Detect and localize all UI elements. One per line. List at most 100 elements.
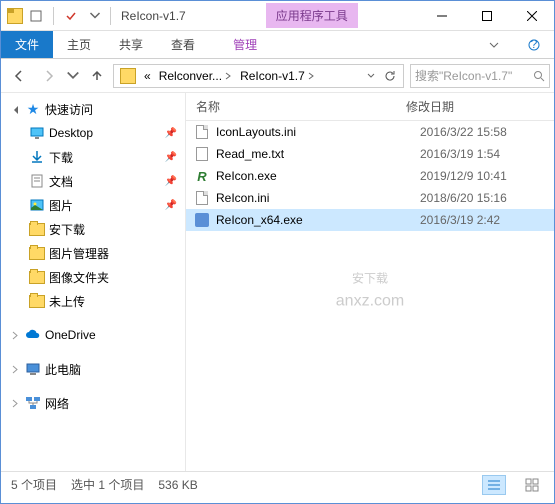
ribbon: 文件 主页 共享 查看 管理 ?: [1, 31, 554, 59]
sidebar-item-3[interactable]: 图片📌: [1, 193, 185, 217]
forward-button[interactable]: [35, 63, 63, 89]
file-icon: [194, 146, 210, 162]
sidebar-item-label: 快速访问: [45, 101, 93, 118]
sidebar-item-label: 下载: [49, 149, 73, 166]
file-icon: [194, 212, 210, 228]
file-date: 2016/3/19 1:54: [420, 147, 554, 161]
sidebar-item-6[interactable]: 图像文件夹: [1, 265, 185, 289]
statusbar: 5 个项目 选中 1 个项目 536 KB: [1, 471, 554, 497]
sidebar-item-2[interactable]: 文档 📌: [1, 169, 185, 193]
tab-file[interactable]: 文件: [1, 31, 53, 58]
qat-properties-button[interactable]: [25, 5, 47, 27]
main-area: ★ 快速访问 Desktop 📌 下载 📌 文档 📌 图片📌 安下载图片管理器图像文件夹未上传…: [1, 93, 554, 471]
picture-icon: [29, 197, 45, 213]
file-icon: [194, 124, 210, 140]
chevron-right-icon[interactable]: [9, 363, 21, 375]
search-icon: [533, 70, 545, 82]
refresh-button[interactable]: [379, 70, 401, 82]
file-name: IconLayouts.ini: [216, 125, 420, 139]
file-row[interactable]: ReIcon_x64.exe2016/3/19 2:42: [186, 209, 554, 231]
sidebar-network[interactable]: 网络: [1, 391, 185, 415]
search-placeholder: 搜索"ReIcon-v1.7": [415, 67, 512, 84]
file-row[interactable]: Read_me.txt2016/3/19 1:54: [186, 143, 554, 165]
folder-icon: [7, 8, 23, 24]
download-icon: [29, 149, 45, 165]
folder-icon: [29, 293, 45, 309]
tab-view[interactable]: 查看: [157, 31, 209, 58]
maximize-button[interactable]: [464, 1, 509, 31]
pin-icon: 📌: [165, 176, 177, 187]
star-icon: ★: [25, 101, 41, 117]
chevron-down-icon[interactable]: [9, 103, 21, 115]
content-pane: 名称 修改日期 IconLayouts.ini2016/3/22 15:58Re…: [186, 93, 554, 471]
close-button[interactable]: [509, 1, 554, 31]
sidebar-item-label: 文档: [49, 173, 73, 190]
breadcrumb[interactable]: « Relconver... ReIcon-v1.7: [113, 64, 404, 88]
recent-button[interactable]: [65, 63, 81, 89]
ribbon-expand-button[interactable]: [474, 31, 514, 58]
sidebar-quick-access[interactable]: ★ 快速访问: [1, 97, 185, 121]
file-name: ReIcon.exe: [216, 169, 420, 183]
file-name: ReIcon_x64.exe: [216, 213, 420, 227]
qat-checkmark-button[interactable]: [60, 5, 82, 27]
status-size: 536 KB: [158, 478, 197, 492]
file-list: IconLayouts.ini2016/3/22 15:58Read_me.tx…: [186, 121, 554, 471]
breadcrumb-dropdown[interactable]: [363, 65, 379, 87]
view-icons-button[interactable]: [520, 475, 544, 495]
sidebar-onedrive[interactable]: OneDrive: [1, 323, 185, 347]
column-date[interactable]: 修改日期: [402, 98, 554, 115]
file-date: 2018/6/20 15:16: [420, 191, 554, 205]
folder-icon: [120, 68, 136, 84]
sidebar-item-5[interactable]: 图片管理器: [1, 241, 185, 265]
qat-dropdown-button[interactable]: [84, 5, 106, 27]
tab-manage[interactable]: 管理: [219, 31, 271, 58]
quick-access-toolbar: [1, 5, 106, 27]
column-headers: 名称 修改日期: [186, 93, 554, 121]
column-name[interactable]: 名称: [192, 98, 402, 115]
sidebar-item-label: OneDrive: [45, 328, 96, 342]
file-row[interactable]: IconLayouts.ini2016/3/22 15:58: [186, 121, 554, 143]
file-icon: R: [194, 168, 210, 184]
file-name: Read_me.txt: [216, 147, 420, 161]
sidebar-item-label: 安下载: [49, 221, 85, 238]
titlebar: ReIcon-v1.7 应用程序工具: [1, 1, 554, 31]
search-input[interactable]: 搜索"ReIcon-v1.7": [410, 64, 550, 88]
file-name: ReIcon.ini: [216, 191, 420, 205]
network-icon: [25, 395, 41, 411]
folder-icon: [29, 269, 45, 285]
sidebar-item-4[interactable]: 安下载: [1, 217, 185, 241]
folder-icon: [29, 221, 45, 237]
sidebar-item-label: 未上传: [49, 293, 85, 310]
sidebar-this-pc[interactable]: 此电脑: [1, 357, 185, 381]
help-button[interactable]: ?: [514, 31, 554, 58]
sidebar-item-0[interactable]: Desktop 📌: [1, 121, 185, 145]
context-tab-header: 应用程序工具: [266, 3, 358, 28]
sidebar-item-7[interactable]: 未上传: [1, 289, 185, 313]
pin-icon: 📌: [165, 152, 177, 163]
status-selected: 选中 1 个项目: [71, 476, 144, 493]
computer-icon: [25, 361, 41, 377]
file-icon: [194, 190, 210, 206]
up-button[interactable]: [83, 63, 111, 89]
file-row[interactable]: RReIcon.exe2019/12/9 10:41: [186, 165, 554, 187]
minimize-button[interactable]: [419, 1, 464, 31]
breadcrumb-seg-1[interactable]: Relconver...: [155, 65, 236, 87]
sidebar-item-1[interactable]: 下载 📌: [1, 145, 185, 169]
status-count: 5 个项目: [11, 476, 57, 493]
sidebar-item-label: Desktop: [49, 126, 93, 140]
file-row[interactable]: ReIcon.ini2018/6/20 15:16: [186, 187, 554, 209]
view-details-button[interactable]: [482, 475, 506, 495]
back-button[interactable]: [5, 63, 33, 89]
sidebar-item-label: 图像文件夹: [49, 269, 109, 286]
sidebar-item-label: 网络: [45, 395, 69, 412]
folder-icon: [29, 245, 45, 261]
file-date: 2016/3/22 15:58: [420, 125, 554, 139]
pin-icon: 📌: [165, 128, 177, 139]
breadcrumb-overflow[interactable]: «: [140, 65, 155, 87]
chevron-right-icon[interactable]: [9, 397, 21, 409]
document-icon: [29, 173, 45, 189]
tab-home[interactable]: 主页: [53, 31, 105, 58]
breadcrumb-seg-2[interactable]: ReIcon-v1.7: [236, 65, 319, 87]
chevron-right-icon[interactable]: [9, 329, 21, 341]
tab-share[interactable]: 共享: [105, 31, 157, 58]
